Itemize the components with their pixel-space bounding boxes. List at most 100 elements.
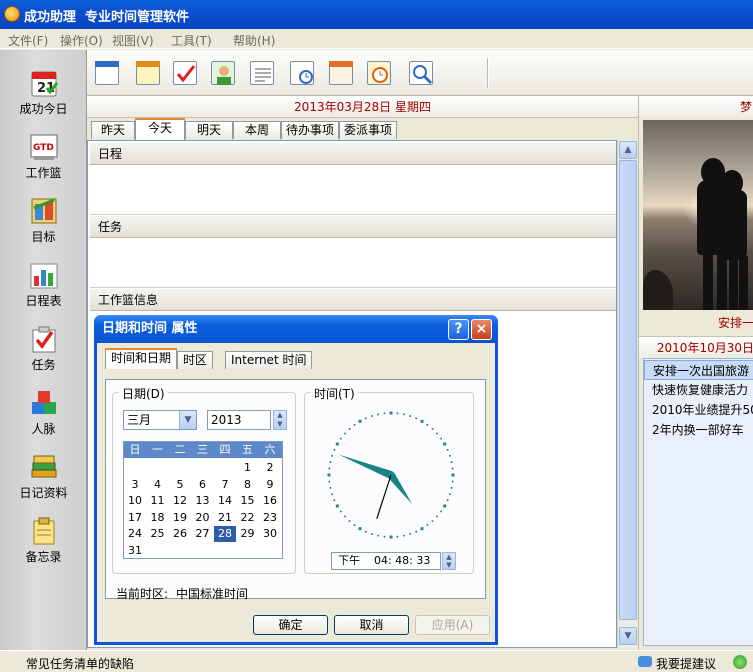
calendar-day[interactable]: 18 <box>147 510 169 526</box>
goal-item[interactable]: 安排一次出国旅游 <box>644 360 753 380</box>
tab-delegated[interactable]: 委派事项 <box>339 121 397 139</box>
document-button[interactable] <box>248 59 276 87</box>
calendar-day-selected[interactable]: 28 <box>214 526 236 543</box>
sidebar-item-memo[interactable]: 备忘录 <box>0 516 87 565</box>
feedback-link[interactable]: 我要提建议 <box>656 655 716 672</box>
calendar-day[interactable]: 27 <box>192 526 214 542</box>
tasks-list[interactable] <box>90 238 616 288</box>
goal-item[interactable]: 快速恢复健康活力 <box>644 380 753 400</box>
calendar-day[interactable]: 15 <box>237 493 259 509</box>
menu-operate[interactable]: 操作(O) <box>60 32 103 49</box>
calendar-day[interactable]: 14 <box>214 493 236 509</box>
year-spinner[interactable]: ▲ ▼ <box>273 410 287 430</box>
calendar-day[interactable]: 7 <box>214 477 236 493</box>
chevron-down-icon[interactable]: ▼ <box>179 411 196 429</box>
clock-tick <box>451 467 454 470</box>
calendar-day[interactable]: 2 <box>259 460 281 476</box>
menu-help[interactable]: 帮助(H) <box>233 32 275 49</box>
sidebar-item-tasks[interactable]: 任务 <box>0 324 87 373</box>
calendar-day[interactable]: 16 <box>259 493 281 509</box>
time-input[interactable]: 下午 04: 48: 33 <box>331 552 441 570</box>
calendar[interactable]: 日一二三四五六 1 2 3 4 5 6 7 8 9 10 11 12 13 14 15 16 17 18 19 20 2… <box>123 441 283 559</box>
apply-button[interactable]: 应用(A) <box>415 615 490 635</box>
menu-file[interactable]: 文件(F) <box>8 32 48 49</box>
spin-down-icon[interactable]: ▼ <box>443 561 455 569</box>
tab-yesterday[interactable]: 昨天 <box>91 121 135 139</box>
tab-internet-time[interactable]: Internet 时间 <box>225 351 313 369</box>
content-scrollbar[interactable]: ▲ ▼ <box>617 140 637 648</box>
scroll-down-button[interactable]: ▼ <box>619 627 637 645</box>
calendar-day[interactable]: 22 <box>237 510 259 526</box>
tab-todo[interactable]: 待办事项 <box>281 121 339 139</box>
sidebar-item-goals[interactable]: 目标 <box>0 196 87 245</box>
tab-today[interactable]: 今天 <box>135 118 185 140</box>
year-input[interactable]: 2013 <box>207 410 271 430</box>
inbox-header[interactable]: 工作篮信息 <box>90 288 616 311</box>
goal-item[interactable]: 2年内换一部好车 <box>644 420 753 440</box>
scroll-thumb[interactable] <box>619 160 637 620</box>
calendar-day[interactable]: 26 <box>169 526 191 542</box>
sidebar-item-diary[interactable]: 日记资料 <box>0 452 87 501</box>
sidebar-item-inbox[interactable]: GTD 工作篮 <box>0 132 87 181</box>
couple-photo <box>643 120 753 310</box>
calendar-day[interactable]: 9 <box>259 477 281 493</box>
ok-button[interactable]: 确定 <box>253 615 328 635</box>
month-select[interactable]: 三月 ▼ <box>123 410 197 430</box>
close-button[interactable]: × <box>471 319 492 340</box>
calendar-day[interactable]: 1 <box>237 460 259 476</box>
new-task-button[interactable] <box>134 59 162 87</box>
calendar-day[interactable]: 12 <box>169 493 191 509</box>
search-button[interactable] <box>407 59 435 87</box>
sidebar-item-schedule[interactable]: 日程表 <box>0 260 87 309</box>
clock-tick <box>340 437 342 440</box>
sidebar-item-today[interactable]: 21 成功今日 <box>0 68 87 117</box>
calendar-day[interactable]: 19 <box>169 510 191 526</box>
menu-tools[interactable]: 工具(T) <box>171 32 212 49</box>
alarm-button[interactable] <box>365 59 393 87</box>
schedule-list[interactable] <box>90 165 616 215</box>
sidebar-item-contacts[interactable]: 人脉 <box>0 388 87 437</box>
calendar-day[interactable]: 20 <box>192 510 214 526</box>
schedule-header[interactable]: 日程 <box>90 142 616 165</box>
spin-up-icon[interactable]: ▲ <box>443 553 455 561</box>
time-spinner[interactable]: ▲ ▼ <box>442 552 456 570</box>
calendar-day[interactable]: 6 <box>192 477 214 493</box>
calendar-day[interactable]: 30 <box>259 526 281 542</box>
clock-tick <box>415 530 418 533</box>
calendar-day[interactable]: 13 <box>192 493 214 509</box>
calendar-day[interactable]: 21 <box>214 510 236 526</box>
calendar-day[interactable]: 31 <box>124 543 146 559</box>
tab-time-date[interactable]: 时间和日期 <box>105 348 178 369</box>
tasks-header[interactable]: 任务 <box>90 215 616 238</box>
checklist-button[interactable] <box>171 59 199 87</box>
clock-tick <box>340 510 342 513</box>
tab-this-week[interactable]: 本周 <box>233 121 281 139</box>
calendar-day[interactable]: 3 <box>124 477 146 493</box>
goal-item[interactable]: 2010年业绩提升50% <box>644 400 753 420</box>
calendar-day[interactable]: 25 <box>147 526 169 542</box>
new-schedule-button[interactable] <box>93 59 121 87</box>
calendar-day[interactable]: 17 <box>124 510 146 526</box>
contact-button[interactable] <box>209 59 237 87</box>
calendar-day[interactable]: 5 <box>169 477 191 493</box>
status-link[interactable]: 常见任务清单的缺陷 <box>26 655 134 672</box>
calendar-day[interactable]: 23 <box>259 510 281 526</box>
menu-view[interactable]: 视图(V) <box>112 32 154 49</box>
calendar-day[interactable]: 8 <box>237 477 259 493</box>
calendar-note-button[interactable] <box>327 59 355 87</box>
calendar-day[interactable]: 24 <box>124 526 146 542</box>
reminder-button[interactable] <box>288 59 316 87</box>
spin-up-icon[interactable]: ▲ <box>274 411 286 420</box>
scroll-up-button[interactable]: ▲ <box>619 141 637 159</box>
calendar-day[interactable]: 11 <box>147 493 169 509</box>
weekday-label: 一 <box>152 443 163 456</box>
spin-down-icon[interactable]: ▼ <box>274 420 286 429</box>
calendar-day[interactable]: 29 <box>237 526 259 542</box>
help-button[interactable]: ? <box>448 319 469 340</box>
tab-tomorrow[interactable]: 明天 <box>185 121 233 139</box>
calendar-day[interactable]: 10 <box>124 493 146 509</box>
cancel-button[interactable]: 取消 <box>334 615 409 635</box>
dialog-title-bar[interactable]: 日期和时间 属性 ? × <box>94 315 498 343</box>
calendar-day[interactable]: 4 <box>147 477 169 493</box>
tab-timezone[interactable]: 时区 <box>177 351 214 369</box>
